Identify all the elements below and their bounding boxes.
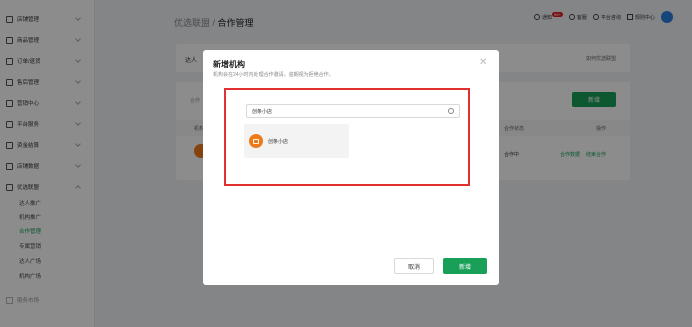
search-result-item[interactable]: 创条小店 xyxy=(244,124,349,158)
search-input[interactable]: 创条小店 xyxy=(246,104,460,118)
search-input-value: 创条小店 xyxy=(252,109,273,115)
confirm-add-button[interactable]: 新增 xyxy=(443,258,487,274)
result-name: 创条小店 xyxy=(268,139,289,145)
highlight-box: 创条小店 创条小店 xyxy=(224,88,470,186)
search-icon[interactable] xyxy=(448,108,454,114)
dialog-subtitle: 机构会在24小时内处理合作邀请，逾期视为拒绝合作。 xyxy=(213,72,334,78)
close-icon[interactable]: ✕ xyxy=(479,57,487,68)
shop-logo-icon xyxy=(249,134,263,148)
cancel-button[interactable]: 取消 xyxy=(394,258,434,274)
add-agency-dialog: 新增机构 机构会在24小时内处理合作邀请，逾期视为拒绝合作。 ✕ 创条小店 创条… xyxy=(203,50,499,285)
dialog-title: 新增机构 xyxy=(213,60,245,69)
